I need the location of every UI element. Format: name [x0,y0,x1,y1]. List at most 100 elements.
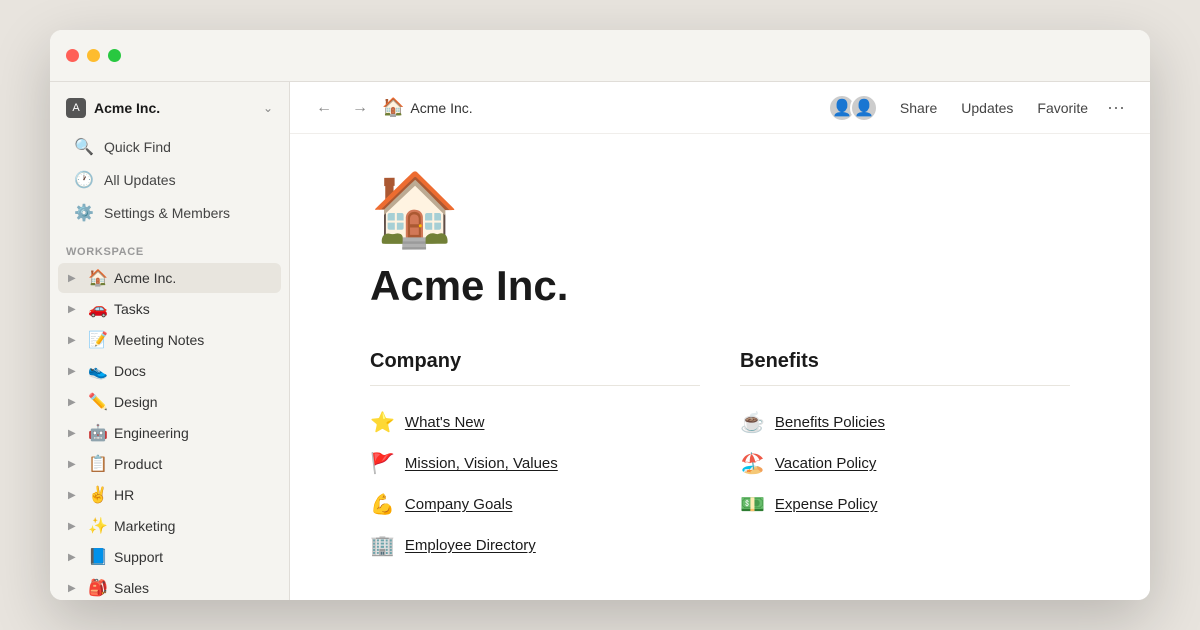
office-icon: 🏢 [370,533,395,558]
tree-item-label: Marketing [114,518,175,534]
link-text: Mission, Vision, Values [405,455,558,472]
app-window: A Acme Inc. ⌄ 🔍 Quick Find 🕐 All Updates… [50,30,1150,600]
breadcrumb-name: Acme Inc. [410,100,472,116]
main-content: ← → 🏠 Acme Inc. 👤 👤 Share Updates Favori… [290,82,1150,600]
share-button[interactable]: Share [890,96,947,120]
more-button[interactable]: ··· [1102,94,1130,122]
tree-item-emoji: ✨ [88,516,108,536]
link-whats-new[interactable]: ⭐ What's New [370,402,700,443]
chevron-right-icon: ▶ [68,397,82,408]
coffee-icon: ☕ [740,410,765,435]
company-column-divider [370,385,700,386]
tree-item-emoji: 👟 [88,361,108,381]
sidebar-item-acme-inc[interactable]: ▶ 🏠 Acme Inc. [58,263,281,293]
link-vacation-policy[interactable]: 🏖️ Vacation Policy [740,443,1070,484]
chevron-right-icon: ▶ [68,459,82,470]
company-column-title: Company [370,350,700,373]
tree-item-label: Meeting Notes [114,332,204,348]
tree-item-label: Engineering [114,425,189,441]
tree-item-label: Design [114,394,158,410]
tree-item-emoji: 📝 [88,330,108,350]
workspace-chevron-icon: ⌄ [263,101,273,115]
tree-item-emoji: 📋 [88,454,108,474]
sidebar-item-design[interactable]: ▶ ✏️ Design [58,387,281,417]
sidebar: A Acme Inc. ⌄ 🔍 Quick Find 🕐 All Updates… [50,82,290,600]
benefits-column-divider [740,385,1070,386]
tree-item-emoji: ✏️ [88,392,108,412]
favorite-button[interactable]: Favorite [1027,96,1098,120]
tree-item-label: Docs [114,363,146,379]
sidebar-nav-label: All Updates [104,172,176,188]
sidebar-nav: 🔍 Quick Find 🕐 All Updates ⚙️ Settings &… [50,126,289,234]
chevron-right-icon: ▶ [68,521,82,532]
link-employee-directory[interactable]: 🏢 Employee Directory [370,525,700,566]
sidebar-item-quick-find[interactable]: 🔍 Quick Find [58,131,281,163]
page-columns: Company ⭐ What's New 🚩 Mission, Vision, … [370,350,1070,566]
tree-item-emoji: 🚗 [88,299,108,319]
sidebar-item-marketing[interactable]: ▶ ✨ Marketing [58,511,281,541]
back-button[interactable]: ← [310,94,338,122]
sidebar-item-meeting-notes[interactable]: ▶ 📝 Meeting Notes [58,325,281,355]
avatar-group: 👤 👤 [828,94,878,122]
chevron-right-icon: ▶ [68,366,82,377]
sidebar-nav-label: Quick Find [104,139,171,155]
tree-item-emoji: 📘 [88,547,108,567]
flag-icon: 🚩 [370,451,395,476]
sidebar-item-docs[interactable]: ▶ 👟 Docs [58,356,281,386]
link-text: Expense Policy [775,496,878,513]
avatar: 👤 [850,94,878,122]
close-button[interactable] [66,49,79,62]
sidebar-item-engineering[interactable]: ▶ 🤖 Engineering [58,418,281,448]
page-icon: 🏠 [370,174,1070,246]
link-expense-policy[interactable]: 💵 Expense Policy [740,484,1070,525]
chevron-right-icon: ▶ [68,552,82,563]
page-content: 🏠 Acme Inc. Company ⭐ What's New 🚩 Mis [290,134,1150,600]
tree-item-label: Sales [114,580,149,596]
workspace-name: Acme Inc. [94,100,255,116]
tree-item-emoji: ✌️ [88,485,108,505]
benefits-column-title: Benefits [740,350,1070,373]
sidebar-item-sales[interactable]: ▶ 🎒 Sales [58,573,281,600]
sidebar-item-settings[interactable]: ⚙️ Settings & Members [58,197,281,229]
chevron-right-icon: ▶ [68,490,82,501]
tree-item-emoji: 🏠 [88,268,108,288]
titlebar [50,30,1150,82]
chevron-right-icon: ▶ [68,583,82,594]
forward-button[interactable]: → [346,94,374,122]
tree-item-label: Tasks [114,301,150,317]
beach-icon: 🏖️ [740,451,765,476]
link-text: Vacation Policy [775,455,876,472]
page-title: Acme Inc. [370,262,1070,310]
maximize-button[interactable] [108,49,121,62]
updates-button[interactable]: Updates [951,96,1023,120]
topbar: ← → 🏠 Acme Inc. 👤 👤 Share Updates Favori… [290,82,1150,134]
link-text: Employee Directory [405,537,536,554]
link-text: Company Goals [405,496,513,513]
benefits-column: Benefits ☕ Benefits Policies 🏖️ Vacation… [740,350,1070,566]
sidebar-item-all-updates[interactable]: 🕐 All Updates [58,164,281,196]
gear-icon: ⚙️ [74,203,94,223]
sidebar-item-support[interactable]: ▶ 📘 Support [58,542,281,572]
tree-item-label: Product [114,456,162,472]
breadcrumb-emoji: 🏠 [382,97,404,118]
sidebar-item-tasks[interactable]: ▶ 🚗 Tasks [58,294,281,324]
sidebar-item-hr[interactable]: ▶ ✌️ HR [58,480,281,510]
sidebar-tree: ▶ 🏠 Acme Inc. ▶ 🚗 Tasks ▶ 📝 Meeting Note… [50,262,289,600]
search-icon: 🔍 [74,137,94,157]
link-company-goals[interactable]: 💪 Company Goals [370,484,700,525]
star-icon: ⭐ [370,410,395,435]
workspace-header[interactable]: A Acme Inc. ⌄ [50,90,289,126]
workspace-icon: A [66,98,86,118]
chevron-right-icon: ▶ [68,428,82,439]
topbar-actions: 👤 👤 Share Updates Favorite ··· [828,94,1130,122]
sidebar-nav-label: Settings & Members [104,205,230,221]
muscle-icon: 💪 [370,492,395,517]
link-text: What's New [405,414,485,431]
minimize-button[interactable] [87,49,100,62]
sidebar-item-product[interactable]: ▶ 📋 Product [58,449,281,479]
tree-item-label: Support [114,549,163,565]
app-body: A Acme Inc. ⌄ 🔍 Quick Find 🕐 All Updates… [50,82,1150,600]
link-mission[interactable]: 🚩 Mission, Vision, Values [370,443,700,484]
link-benefits-policies[interactable]: ☕ Benefits Policies [740,402,1070,443]
company-column: Company ⭐ What's New 🚩 Mission, Vision, … [370,350,700,566]
